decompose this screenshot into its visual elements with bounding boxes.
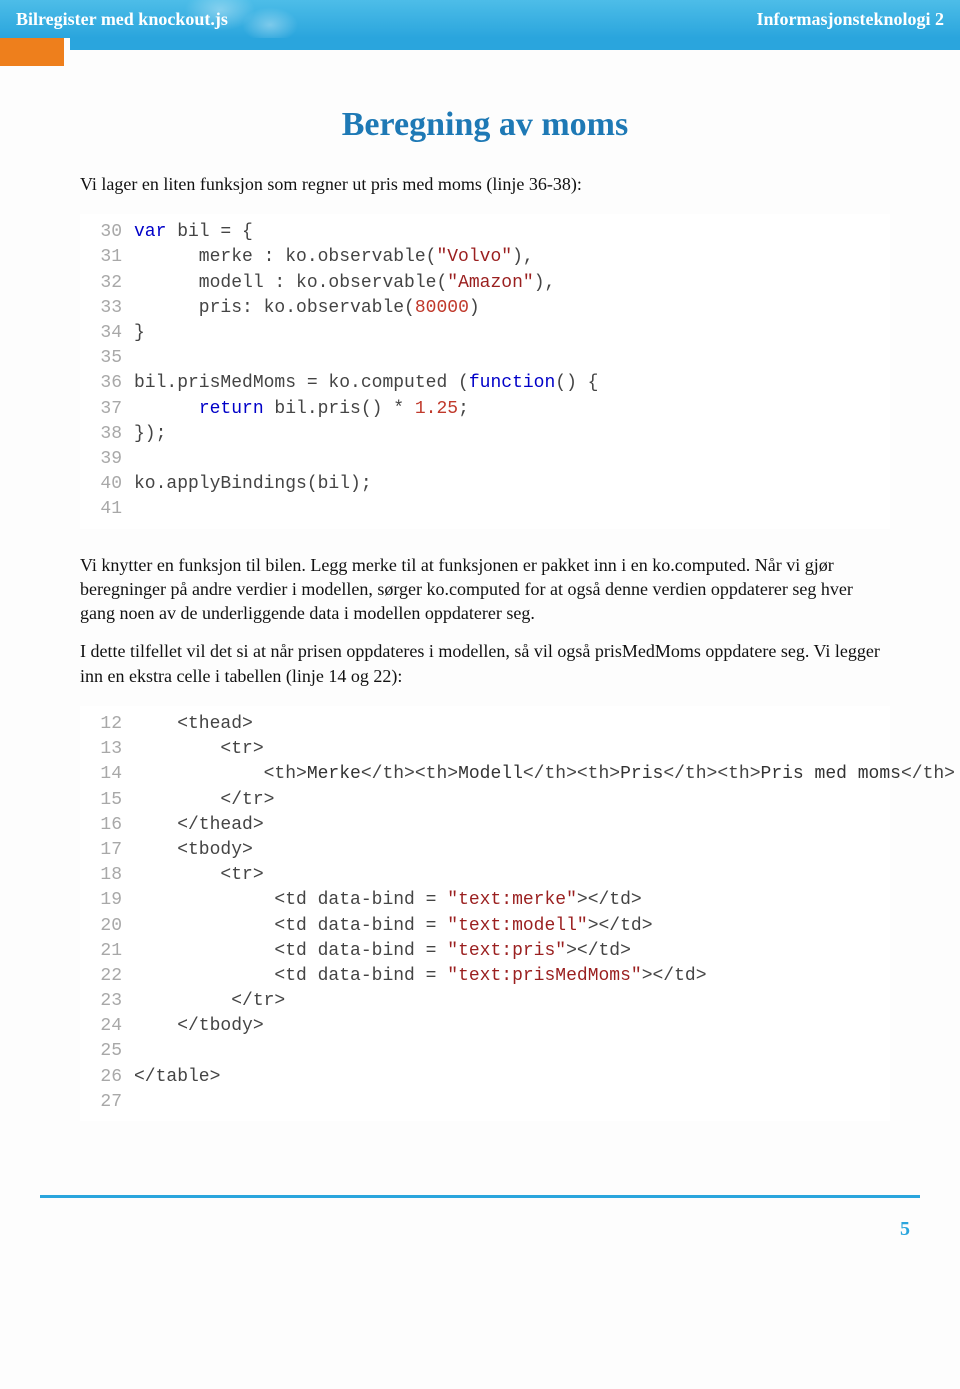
page-content: Beregning av moms Vi lager en liten funk…: [0, 66, 960, 1185]
line-number: 31: [80, 245, 134, 270]
code-text: pris: ko.observable(80000): [134, 296, 890, 321]
line-number: 18: [80, 863, 134, 888]
code-text: <tbody>: [134, 838, 890, 863]
line-number: 40: [80, 472, 134, 497]
line-number: 32: [80, 271, 134, 296]
code-text: </tr>: [134, 788, 890, 813]
code-line: 21 <td data-bind = "text:pris"></td>: [80, 939, 890, 964]
line-number: 24: [80, 1014, 134, 1039]
code-text: ko.applyBindings(bil);: [134, 472, 890, 497]
line-number: 26: [80, 1065, 134, 1090]
code-line: 32 modell : ko.observable("Amazon"),: [80, 271, 890, 296]
code-line: 38});: [80, 422, 890, 447]
code-block-html: 12 <thead>13 <tr>14 <th>Merke</th><th>Mo…: [80, 706, 890, 1121]
code-line: 35: [80, 346, 890, 371]
line-number: 19: [80, 888, 134, 913]
code-line: 22 <td data-bind = "text:prisMedMoms"></…: [80, 964, 890, 989]
code-text: <td data-bind = "text:modell"></td>: [134, 914, 890, 939]
code-line: 18 <tr>: [80, 863, 890, 888]
line-number: 36: [80, 371, 134, 396]
code-text: <td data-bind = "text:pris"></td>: [134, 939, 890, 964]
line-number: 13: [80, 737, 134, 762]
code-line: 41: [80, 497, 890, 522]
code-text: </tbody>: [134, 1014, 890, 1039]
code-line: 34}: [80, 321, 890, 346]
code-text: });: [134, 422, 890, 447]
code-line: 36bil.prisMedMoms = ko.computed (functio…: [80, 371, 890, 396]
code-text: </thead>: [134, 813, 890, 838]
code-line: 13 <tr>: [80, 737, 890, 762]
line-number: 25: [80, 1039, 134, 1064]
code-text: <th>Merke</th><th>Modell</th><th>Pris</t…: [134, 762, 955, 787]
code-text: <td data-bind = "text:prisMedMoms"></td>: [134, 964, 890, 989]
code-text: bil.prisMedMoms = ko.computed (function(…: [134, 371, 890, 396]
code-line: 25: [80, 1039, 890, 1064]
code-line: 31 merke : ko.observable("Volvo"),: [80, 245, 890, 270]
line-number: 21: [80, 939, 134, 964]
code-text: <tr>: [134, 737, 890, 762]
code-text: [134, 447, 890, 472]
code-text: [134, 497, 890, 522]
line-number: 35: [80, 346, 134, 371]
code-text: modell : ko.observable("Amazon"),: [134, 271, 890, 296]
code-text: }: [134, 321, 890, 346]
code-line: 15 </tr>: [80, 788, 890, 813]
line-number: 23: [80, 989, 134, 1014]
code-text: <thead>: [134, 712, 890, 737]
line-number: 14: [80, 762, 134, 787]
line-number: 17: [80, 838, 134, 863]
page-title: Beregning av moms: [80, 106, 890, 144]
code-line: 39: [80, 447, 890, 472]
code-line: 19 <td data-bind = "text:merke"></td>: [80, 888, 890, 913]
page-header: Bilregister med knockout.js Informasjons…: [0, 0, 960, 38]
line-number: 30: [80, 220, 134, 245]
code-line: 17 <tbody>: [80, 838, 890, 863]
code-line: 30var bil = {: [80, 220, 890, 245]
line-number: 37: [80, 397, 134, 422]
code-line: 24 </tbody>: [80, 1014, 890, 1039]
paragraph-3: I dette tilfellet vil det si at når pris…: [80, 639, 890, 688]
code-line: 37 return bil.pris() * 1.25;: [80, 397, 890, 422]
paragraph-2: Vi knytter en funksjon til bilen. Legg m…: [80, 553, 890, 626]
line-number: 15: [80, 788, 134, 813]
code-block-js: 30var bil = {31 merke : ko.observable("V…: [80, 214, 890, 528]
code-text: [134, 1090, 890, 1115]
line-number: 16: [80, 813, 134, 838]
line-number: 20: [80, 914, 134, 939]
line-number: 38: [80, 422, 134, 447]
header-right: Informasjonsteknologi 2: [756, 9, 944, 30]
line-number: 34: [80, 321, 134, 346]
code-line: 12 <thead>: [80, 712, 890, 737]
code-line: 14 <th>Merke</th><th>Modell</th><th>Pris…: [80, 762, 890, 787]
line-number: 22: [80, 964, 134, 989]
code-line: 27: [80, 1090, 890, 1115]
code-line: 40ko.applyBindings(bil);: [80, 472, 890, 497]
code-line: 20 <td data-bind = "text:modell"></td>: [80, 914, 890, 939]
code-text: [134, 1039, 890, 1064]
line-number: 27: [80, 1090, 134, 1115]
header-accent: [0, 38, 960, 66]
line-number: 41: [80, 497, 134, 522]
line-number: 39: [80, 447, 134, 472]
code-text: [134, 346, 890, 371]
line-number: 12: [80, 712, 134, 737]
code-text: <tr>: [134, 863, 890, 888]
page-number: 5: [0, 1198, 960, 1265]
code-text: var bil = {: [134, 220, 890, 245]
code-text: <td data-bind = "text:merke"></td>: [134, 888, 890, 913]
code-text: return bil.pris() * 1.25;: [134, 397, 890, 422]
code-line: 33 pris: ko.observable(80000): [80, 296, 890, 321]
code-text: merke : ko.observable("Volvo"),: [134, 245, 890, 270]
header-left: Bilregister med knockout.js: [16, 9, 228, 30]
line-number: 33: [80, 296, 134, 321]
code-text: </table>: [134, 1065, 890, 1090]
code-text: </tr>: [134, 989, 890, 1014]
code-line: 26</table>: [80, 1065, 890, 1090]
code-line: 16 </thead>: [80, 813, 890, 838]
code-line: 23 </tr>: [80, 989, 890, 1014]
intro-paragraph: Vi lager en liten funksjon som regner ut…: [80, 172, 890, 196]
